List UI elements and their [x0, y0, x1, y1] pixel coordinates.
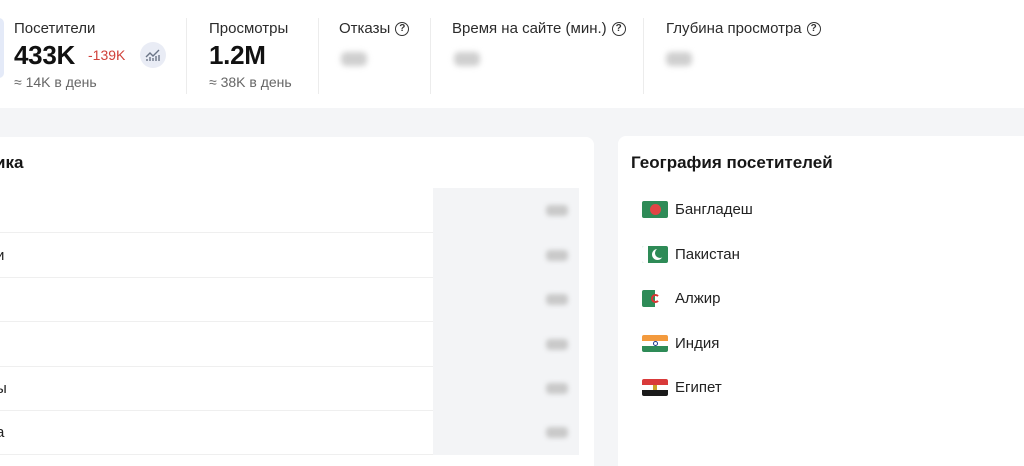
metric-divider — [430, 18, 431, 94]
metric-label-row: Отказы ? — [339, 20, 410, 37]
hidden-source-value — [546, 383, 568, 394]
hidden-source-value — [546, 339, 568, 350]
metric-label-row: Глубина просмотра ? — [666, 20, 821, 37]
trend-chart-button[interactable] — [140, 42, 166, 68]
india-flag-icon — [642, 334, 668, 352]
metric-value: 433K — [14, 40, 75, 70]
bangladesh-flag-icon — [642, 200, 668, 218]
country-name: Египет — [675, 378, 722, 396]
country-row-bangladesh[interactable]: Бангладеш — [642, 197, 753, 221]
metric-time-on-site[interactable]: Время на сайте (мин.) ? — [452, 0, 642, 108]
card-title: ика — [0, 153, 24, 172]
egypt-flag-icon — [642, 378, 668, 396]
source-row[interactable] — [0, 277, 579, 322]
country-name: Алжир — [675, 289, 721, 307]
country-name: Пакистан — [675, 245, 740, 263]
algeria-flag-icon — [642, 289, 668, 307]
hidden-metric-value — [341, 52, 367, 66]
source-label: ы — [0, 380, 7, 397]
source-label: а — [0, 424, 5, 441]
metric-divider — [643, 18, 644, 94]
geography-card: География посетителей Бангладеш Пакистан… — [618, 136, 1024, 466]
card-title: География посетителей — [631, 153, 833, 172]
country-name: Бангладеш — [675, 200, 753, 218]
metric-label-row: Время на сайте (мин.) ? — [452, 20, 626, 37]
metric-divider — [318, 18, 319, 94]
country-row-egypt[interactable]: Египет — [642, 375, 722, 399]
source-row[interactable] — [0, 322, 579, 367]
help-icon[interactable]: ? — [395, 21, 410, 36]
help-icon[interactable]: ? — [806, 21, 821, 36]
metric-label: Время на сайте (мин.) — [452, 20, 607, 37]
hidden-metric-value — [454, 52, 480, 66]
pakistan-flag-icon — [642, 245, 668, 263]
hidden-source-value — [546, 294, 568, 305]
source-row[interactable]: ы — [0, 366, 579, 411]
metric-bounces[interactable]: Отказы ? — [339, 0, 429, 108]
country-row-pakistan[interactable]: Пакистан — [642, 242, 740, 266]
metric-label: Посетители — [14, 20, 96, 37]
hidden-metric-value — [666, 52, 692, 66]
source-label: и — [0, 247, 5, 264]
source-row[interactable]: а — [0, 410, 579, 455]
metric-value: 1.2M — [209, 40, 266, 70]
country-name: Индия — [675, 334, 720, 352]
trend-chart-icon — [145, 49, 160, 61]
stats-bar: Посетители 433K -139K ≈ 14K в день Просм… — [0, 0, 1024, 108]
hidden-source-value — [546, 427, 568, 438]
metric-views[interactable]: Просмотры 1.2M ≈ 38K в день — [209, 0, 319, 108]
metric-visitors[interactable]: Посетители 433K -139K ≈ 14K в день — [14, 0, 184, 108]
metric-view-depth[interactable]: Глубина просмотра ? — [666, 0, 836, 108]
metric-per-day: ≈ 14K в день — [14, 74, 97, 90]
traffic-sources-card: ика и ы а — [0, 137, 594, 466]
source-row[interactable]: и — [0, 233, 579, 278]
metric-delta: -139K — [88, 47, 126, 63]
selected-metric-indicator — [0, 18, 4, 78]
metric-label: Отказы — [339, 20, 391, 37]
metric-per-day: ≈ 38K в день — [209, 74, 292, 90]
source-row[interactable] — [0, 188, 579, 233]
country-row-algeria[interactable]: Алжир — [642, 286, 721, 310]
row-divider — [0, 454, 433, 455]
metric-divider — [186, 18, 187, 94]
help-icon[interactable]: ? — [611, 21, 626, 36]
hidden-source-value — [546, 250, 568, 261]
metric-label: Глубина просмотра — [666, 20, 802, 37]
country-row-india[interactable]: Индия — [642, 331, 719, 355]
metric-label: Просмотры — [209, 20, 289, 37]
hidden-source-value — [546, 205, 568, 216]
